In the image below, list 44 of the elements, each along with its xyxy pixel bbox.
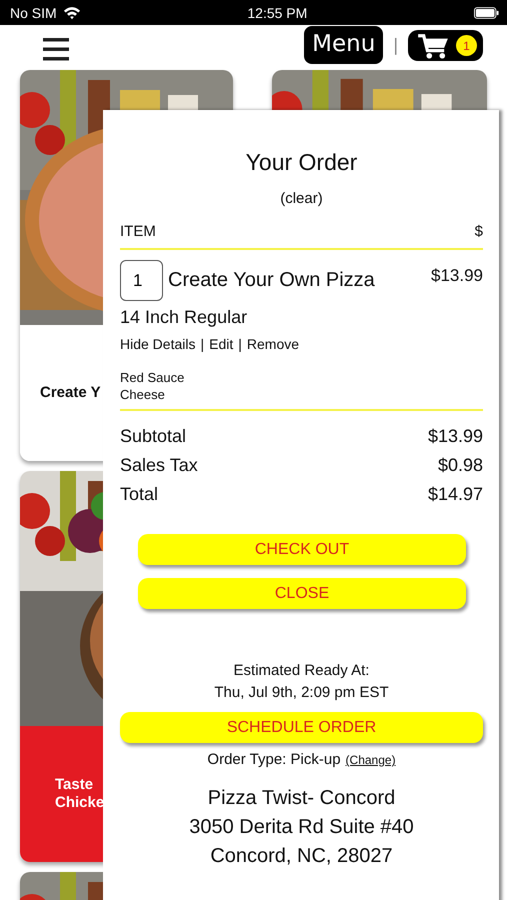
total-amount: $14.97	[428, 484, 483, 505]
ready-label: Estimated Ready At:	[234, 661, 370, 681]
item-option: Red Sauce	[120, 369, 483, 386]
action-button[interactable]: CHECK OUT	[138, 534, 466, 565]
menu-icon[interactable]	[43, 38, 69, 61]
total-amount: $0.98	[438, 455, 483, 476]
ready-time: Thu, Jul 9th, 2:09 pm EST	[214, 683, 389, 703]
item-action-link[interactable]: Remove	[246, 336, 300, 352]
store-address-line: Concord, NC, 28027	[210, 844, 393, 869]
separator-text: |	[393, 35, 398, 56]
wifi-icon	[62, 6, 81, 20]
item-action-link[interactable]: Hide Details	[120, 336, 196, 352]
panel-title: Your Order	[246, 149, 358, 176]
total-label: Sales Tax	[120, 455, 198, 476]
cart-button[interactable]: 1	[408, 30, 483, 61]
cart-count-badge: 1	[456, 35, 477, 56]
cart-icon	[417, 32, 449, 58]
column-header: $	[474, 223, 483, 240]
clock-time: 12:55 PM	[247, 4, 308, 20]
store-address-line: Pizza Twist- Concord	[208, 786, 396, 811]
item-size: 14 Inch Regular	[120, 307, 248, 328]
separator-text: |	[238, 336, 242, 352]
separator-text: |	[200, 336, 204, 352]
schedule-order-button[interactable]: SCHEDULE ORDER	[120, 712, 483, 743]
action-button[interactable]: CLOSE	[138, 578, 466, 609]
total-label: Subtotal	[120, 426, 186, 447]
order-type-text: Order Type: Pick-up	[207, 751, 341, 768]
total-amount: $13.99	[428, 426, 483, 447]
card-title: Taste	[55, 776, 94, 794]
item-action-link[interactable]: Edit	[209, 336, 234, 352]
clear-link[interactable]: (clear)	[280, 190, 323, 207]
item-price: $13.99	[431, 266, 483, 286]
total-label: Total	[120, 484, 158, 505]
change-link[interactable]: (Change)	[346, 753, 396, 767]
quantity-field[interactable]: 1	[120, 260, 163, 301]
menu-button[interactable]: Menu	[304, 26, 384, 64]
column-header: ITEM	[120, 223, 156, 240]
battery-icon	[474, 6, 499, 18]
card-title: Chicke	[55, 794, 104, 812]
item-option: Cheese	[120, 386, 483, 403]
store-address-line: 3050 Derita Rd Suite #40	[189, 815, 414, 840]
item-name: Create Your Own Pizza	[168, 269, 376, 292]
carrier-label: No SIM	[10, 4, 57, 20]
card-title: Create Y	[40, 382, 101, 402]
